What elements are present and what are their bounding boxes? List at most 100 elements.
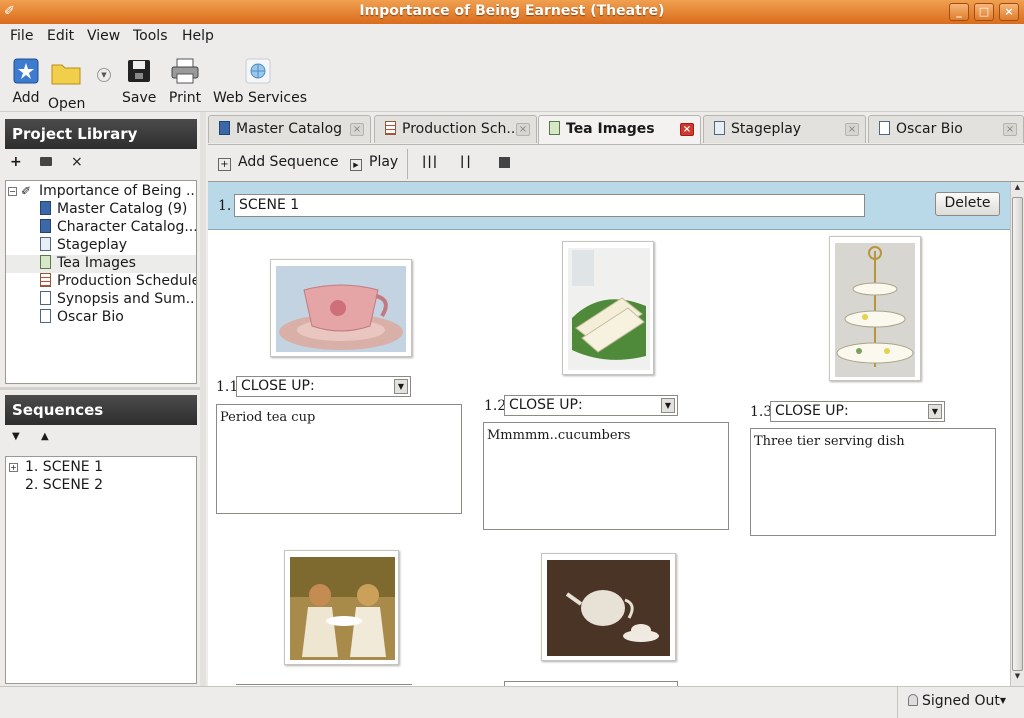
menu-help[interactable]: Help (182, 28, 214, 44)
tab-tea-images[interactable]: Tea Images × (538, 115, 701, 145)
shot-image-tea-cup[interactable] (270, 259, 412, 357)
panel-splitter[interactable] (0, 387, 200, 390)
shot-number: 1.2 (484, 398, 507, 414)
shot-type-select[interactable]: CLOSE UP: ▼ (504, 395, 678, 416)
close-tab-icon[interactable]: × (680, 123, 694, 136)
close-tab-icon[interactable]: × (1003, 123, 1017, 136)
add-sequence-icon: + (218, 158, 231, 171)
image-sequence-icon (549, 121, 560, 135)
stop-icon[interactable] (499, 157, 510, 168)
close-tab-icon[interactable]: × (516, 123, 530, 136)
add-button[interactable]: Add (11, 58, 41, 106)
serving-dish-picture (835, 243, 915, 377)
sequence-item[interactable]: +1. SCENE 1 (9, 459, 103, 477)
project-library-header: Project Library (5, 119, 197, 149)
tree-item-stageplay[interactable]: Stageplay (40, 237, 127, 255)
remove-item-icon[interactable]: × (71, 154, 83, 170)
tab-oscar-bio[interactable]: Oscar Bio × (868, 115, 1024, 143)
new-folder-icon[interactable] (40, 157, 52, 166)
shot-description[interactable]: Period tea cup (216, 404, 462, 514)
tree-root[interactable]: − ✐ Importance of Being ... (8, 183, 196, 201)
save-disk-icon (128, 60, 150, 82)
project-icon: ✐ (21, 184, 32, 198)
save-button[interactable]: Save (122, 58, 156, 106)
add-sequence-button[interactable]: + Add Sequence (218, 154, 339, 171)
print-button[interactable]: Print (168, 58, 202, 106)
globe-icon (245, 58, 271, 84)
dropdown-arrow-icon: ▼ (661, 398, 675, 413)
tab-stageplay[interactable]: Stageplay × (703, 115, 866, 143)
lock-icon (908, 694, 918, 706)
vertical-scrollbar[interactable]: ▲ ▼ (1010, 182, 1024, 686)
tea-party-painting (290, 557, 395, 660)
shot-description[interactable]: Three tier serving dish (750, 428, 996, 536)
shot-image-teapot[interactable] (541, 553, 676, 661)
close-window-button[interactable]: × (999, 3, 1019, 21)
tea-cup-picture (276, 266, 406, 352)
document-icon (40, 309, 51, 323)
shot-number: 1.1 (216, 379, 239, 395)
shot-image-serving-dish[interactable] (829, 236, 921, 381)
image-sequence-icon (40, 255, 51, 269)
close-tab-icon[interactable]: × (350, 123, 364, 136)
tab-production-schedule[interactable]: Production Sch... × (374, 115, 537, 143)
open-dropdown-icon[interactable]: ▼ (97, 68, 111, 82)
menu-edit[interactable]: Edit (47, 28, 74, 44)
menu-bar: File Edit View Tools Help (0, 24, 1024, 50)
tree-item-production-schedule[interactable]: Production Schedule (40, 273, 196, 291)
close-tab-icon[interactable]: × (845, 123, 859, 136)
maximize-button[interactable]: □ (974, 3, 994, 21)
main-toolbar: Add Open ▼ Save Print Web Services (0, 50, 1024, 112)
shot-type-select[interactable]: CLOSE UP: ▼ (236, 376, 411, 397)
add-item-icon[interactable]: + (10, 154, 22, 170)
expand-icon[interactable]: + (9, 463, 18, 472)
dropdown-arrow-icon: ▼ (394, 379, 408, 394)
shot-type-select[interactable]: CLOSE UP: ▼ (770, 401, 945, 422)
shot-description[interactable]: Mmmmm..cucumbers (483, 422, 729, 530)
move-down-icon[interactable]: ▼ (12, 431, 20, 442)
scene-number: 1. (218, 198, 232, 214)
tree-item-tea-images[interactable]: Tea Images (6, 255, 196, 273)
sequences-toolbar: ▼ ▲ (5, 430, 197, 454)
insert-column-icon[interactable]: ||| (422, 154, 438, 168)
open-button[interactable]: Open (48, 60, 85, 112)
printer-icon (171, 58, 199, 84)
tab-master-catalog[interactable]: Master Catalog × (208, 115, 371, 143)
minimize-button[interactable]: _ (949, 3, 969, 21)
add-star-icon (13, 58, 39, 84)
tree-item-synopsis[interactable]: Synopsis and Sum... (40, 291, 196, 309)
collapse-icon[interactable]: − (8, 187, 17, 196)
chevron-down-icon: ▼ (999, 696, 1007, 705)
tree-item-character-catalog[interactable]: Character Catalog... (40, 219, 196, 237)
shot-number: 1.3 (750, 404, 773, 420)
shot-image-tea-party[interactable] (284, 550, 399, 665)
scroll-down-icon[interactable]: ▼ (1012, 672, 1023, 684)
delete-scene-button[interactable]: Delete (935, 192, 1000, 216)
script-icon (714, 121, 725, 135)
scroll-up-icon[interactable]: ▲ (1012, 183, 1023, 195)
vertical-splitter[interactable] (200, 112, 206, 686)
web-services-button[interactable]: Web Services (213, 58, 307, 106)
signed-out-menu[interactable]: Signed Out▼ (897, 687, 1016, 718)
title-bar: ✐ Importance of Being Earnest (Theatre) … (0, 0, 1024, 24)
library-toolbar: + × (5, 153, 197, 177)
menu-view[interactable]: View (87, 28, 120, 44)
document-icon (879, 121, 890, 135)
scene-name-input[interactable]: SCENE 1 (234, 194, 865, 217)
tree-item-oscar-bio[interactable]: Oscar Bio (40, 309, 124, 327)
menu-tools[interactable]: Tools (133, 28, 168, 44)
scroll-thumb[interactable] (1012, 197, 1023, 671)
scene-header: 1. SCENE 1 Delete (208, 182, 1010, 230)
sequence-toolbar: + Add Sequence ▶ Play ||| || (208, 144, 1024, 182)
project-library-tree: − ✐ Importance of Being ... Master Catalog… (5, 180, 197, 384)
menu-file[interactable]: File (10, 28, 33, 44)
sequence-item[interactable]: 2. SCENE 2 (25, 477, 103, 495)
window-title: Importance of Being Earnest (Theatre) (359, 3, 665, 19)
play-button[interactable]: ▶ Play (350, 154, 398, 171)
shot-image-cucumbers[interactable] (562, 241, 654, 375)
pause-icon[interactable]: || (460, 154, 473, 168)
move-up-icon[interactable]: ▲ (41, 431, 49, 442)
tree-item-master-catalog[interactable]: Master Catalog (9) (40, 201, 187, 219)
cucumber-sandwich-picture (568, 248, 650, 370)
dropdown-arrow-icon: ▼ (928, 404, 942, 419)
